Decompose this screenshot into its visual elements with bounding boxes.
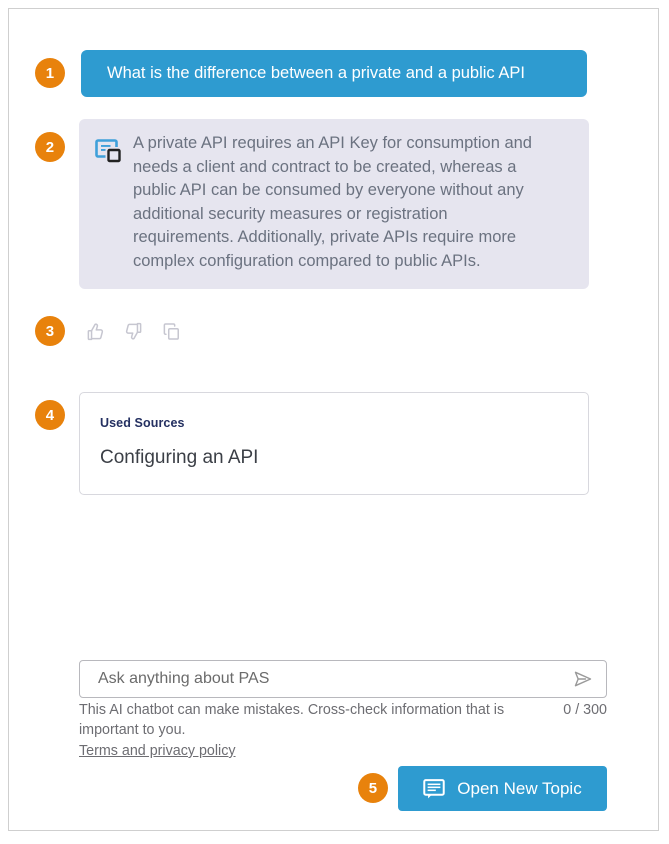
user-message-bubble: What is the difference between a private…: [81, 50, 587, 97]
ask-input[interactable]: [98, 661, 570, 697]
assistant-message-text: A private API requires an API Key for co…: [133, 134, 532, 270]
terms-and-privacy-link[interactable]: Terms and privacy policy: [79, 743, 236, 759]
composer-footer: This AI chatbot can make mistakes. Cross…: [79, 700, 607, 740]
chatbot-response-icon: [95, 139, 123, 163]
copy-icon[interactable]: [157, 317, 185, 345]
step-badge-5-label: 5: [368, 779, 378, 797]
step-badge-3-label: 3: [45, 322, 55, 340]
used-sources-item[interactable]: Configuring an API: [100, 447, 568, 470]
step-badge-2: 2: [35, 132, 65, 162]
send-icon[interactable]: [570, 667, 596, 691]
step-badge-3: 3: [35, 316, 65, 346]
chatbot-panel: 1 What is the difference between a priva…: [8, 8, 659, 831]
composer: [79, 660, 607, 698]
assistant-message-bubble: A private API requires an API Key for co…: [79, 119, 589, 289]
step-badge-4-label: 4: [45, 406, 55, 424]
chat-bubble-icon: [423, 778, 446, 799]
thumbs-up-icon[interactable]: [81, 317, 109, 345]
open-new-topic-label: Open New Topic: [457, 779, 582, 798]
used-sources-label: Used Sources: [100, 416, 185, 430]
character-counter: 0 / 300: [563, 702, 607, 718]
thumbs-down-icon[interactable]: [119, 317, 147, 345]
open-new-topic-button[interactable]: Open New Topic: [398, 766, 607, 811]
feedback-actions: [81, 317, 185, 345]
step-badge-5: 5: [358, 773, 388, 803]
step-badge-1-label: 1: [45, 64, 55, 82]
step-badge-4: 4: [35, 400, 65, 430]
step-badge-1: 1: [35, 58, 65, 88]
ai-disclaimer-text: This AI chatbot can make mistakes. Cross…: [79, 702, 505, 738]
user-message-text: What is the difference between a private…: [107, 64, 525, 83]
used-sources-card: Used Sources Configuring an API: [79, 392, 589, 495]
step-badge-2-label: 2: [45, 138, 55, 156]
